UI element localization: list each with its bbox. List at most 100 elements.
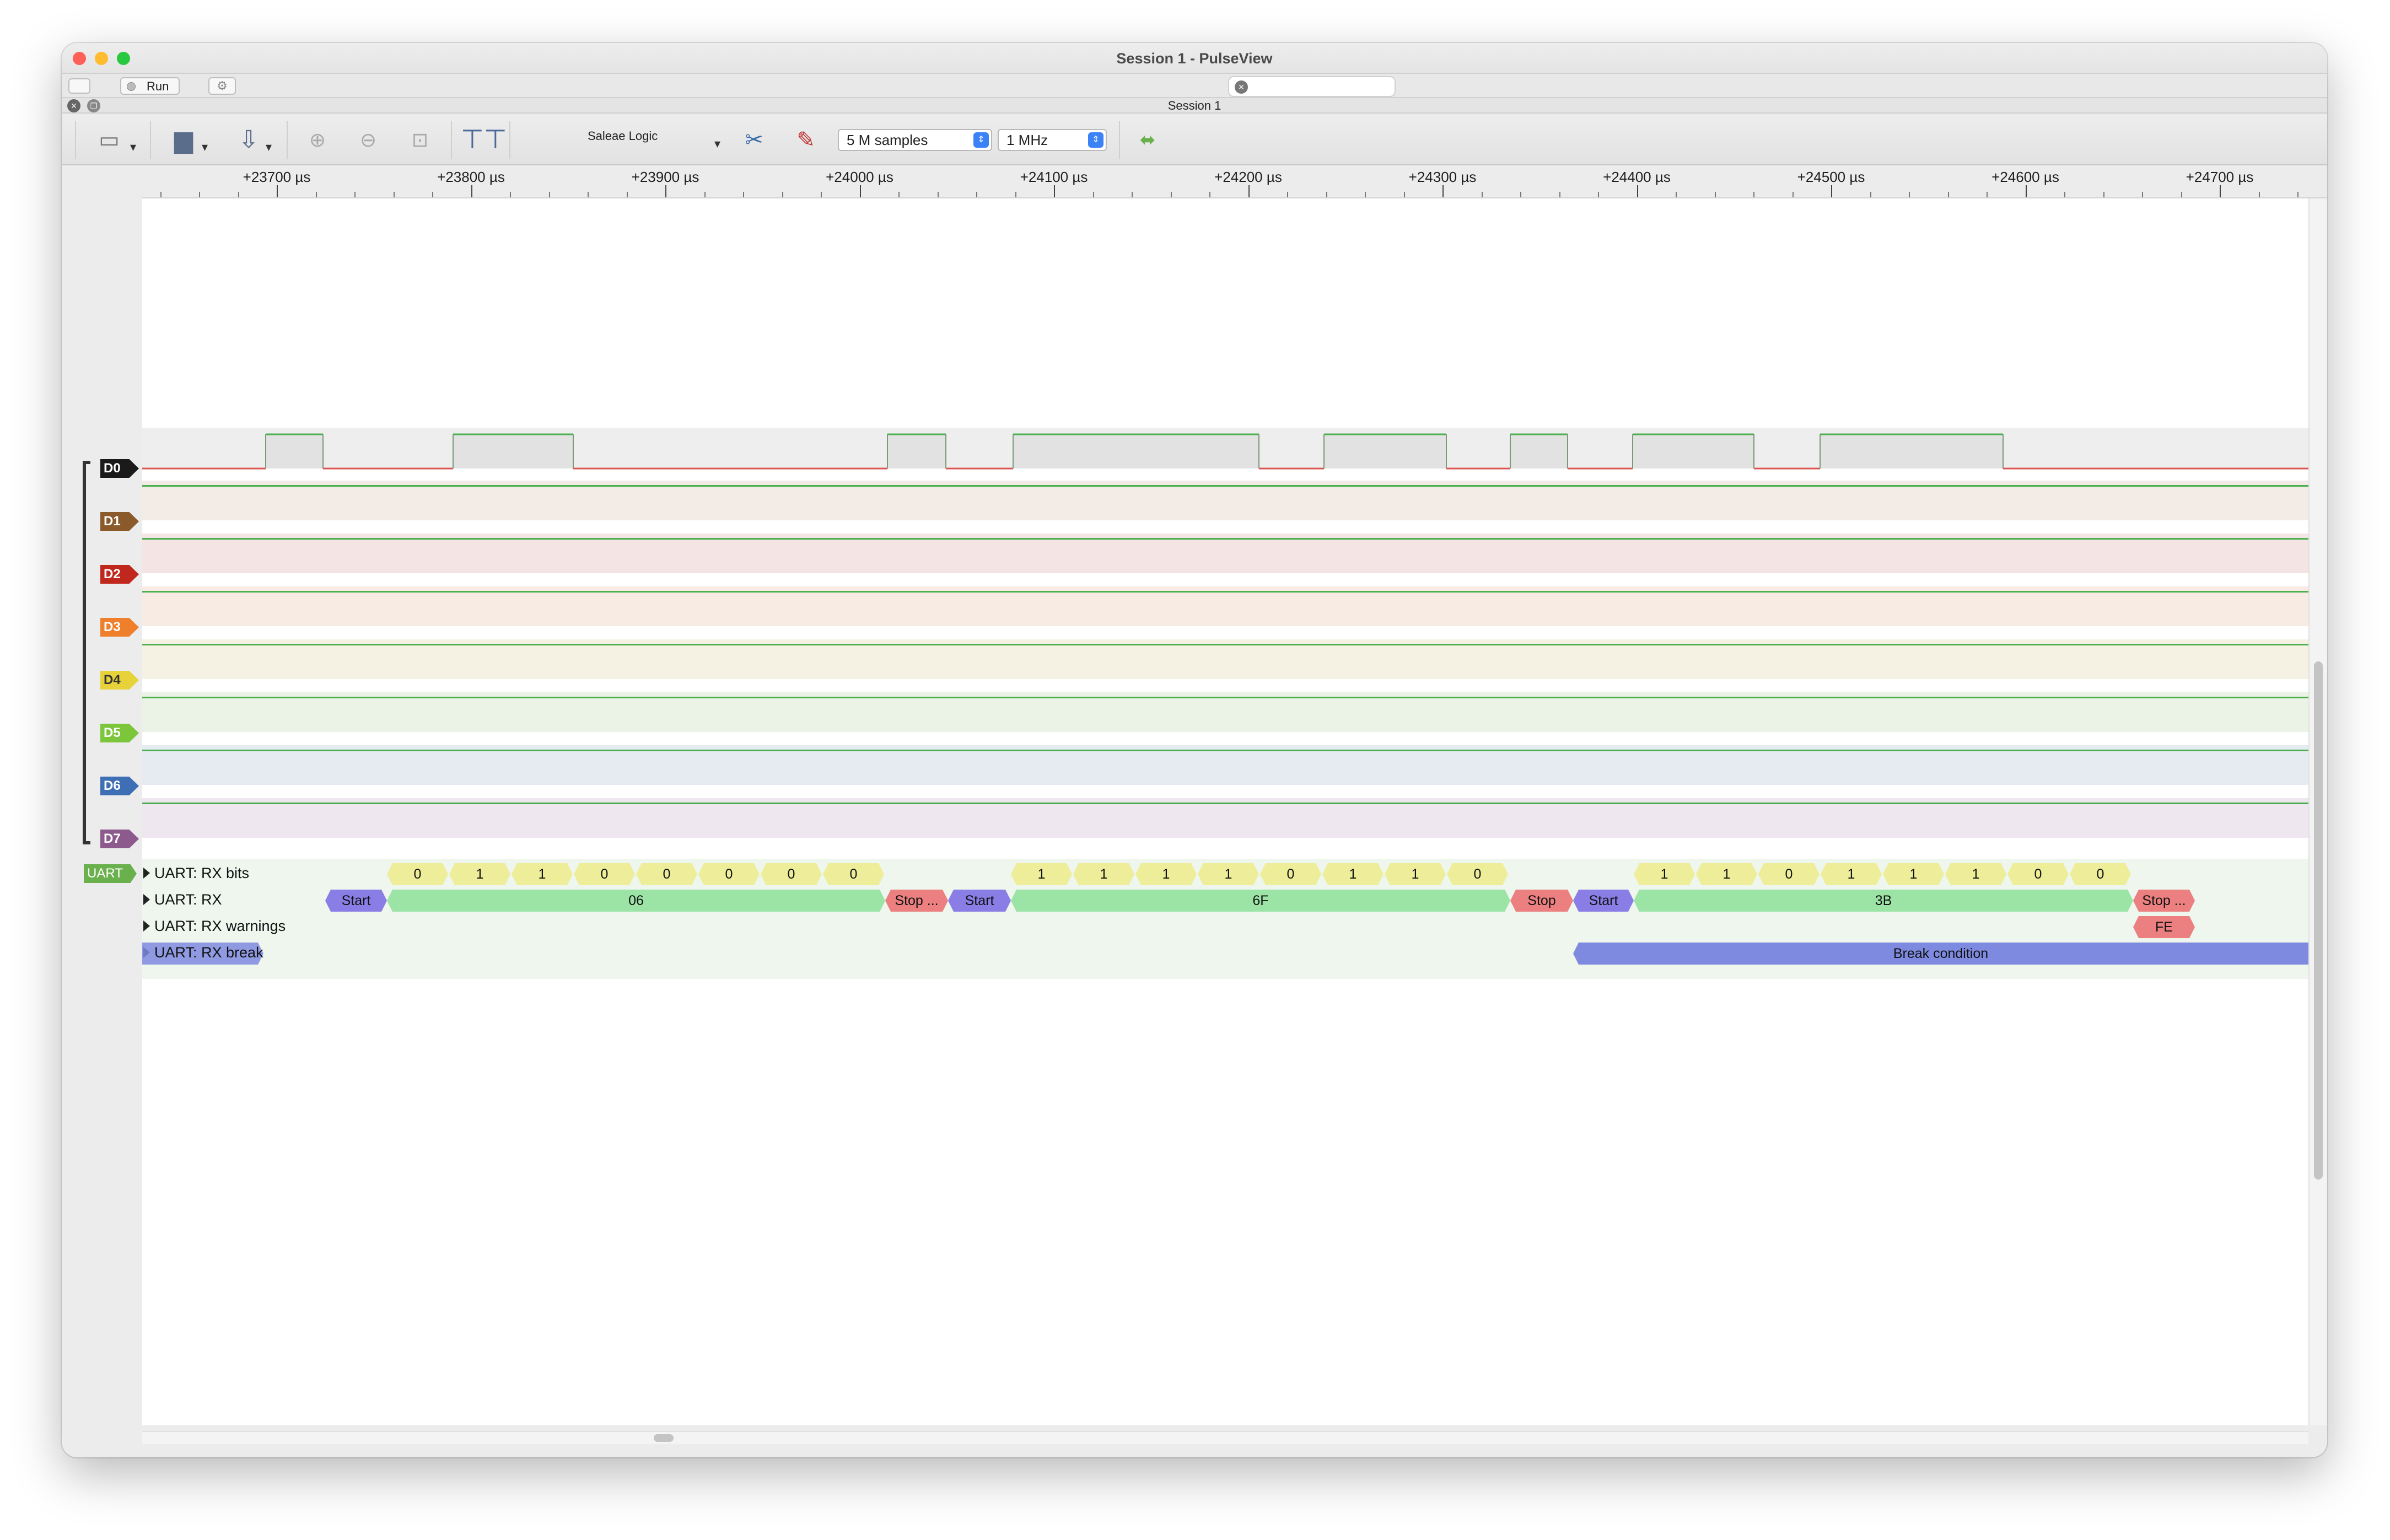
uart-bit-annotation[interactable]: 0 [2007, 863, 2069, 885]
uart-bit-annotation[interactable]: 1 [1073, 863, 1134, 885]
time-ruler[interactable]: +23700 µs +23800 µs +23900 µs +24000 µs +241… [142, 165, 2327, 198]
uart-start-annotation[interactable]: Start [948, 890, 1011, 912]
device-config-icon[interactable]: ✂ [738, 115, 771, 165]
uart-bit-annotation[interactable]: 1 [1322, 863, 1384, 885]
ruler-minor-tick [510, 192, 511, 197]
uart-bit-annotation[interactable]: 1 [1011, 863, 1072, 885]
ruler-major-tick [471, 185, 472, 197]
decoder-row-expand-icon[interactable] [143, 894, 150, 905]
uart-data-annotation[interactable]: 3B [1634, 890, 2133, 912]
uart-bit-annotation[interactable]: 1 [449, 863, 510, 885]
sample-count-input[interactable]: 5 M samples ⇕ [838, 129, 992, 151]
window-title: Session 1 - PulseView [1116, 50, 1273, 67]
ruler-tick-label: +23900 µs [631, 169, 699, 185]
save-file-icon[interactable]: ⇩ [229, 115, 268, 165]
ruler-minor-tick [2064, 192, 2065, 197]
uart-bit-annotation[interactable]: 1 [1696, 863, 1757, 885]
add-decoder-icon[interactable]: ⬌ [1131, 115, 1164, 165]
trace-label-panel [62, 198, 142, 1457]
uart-bit-annotation[interactable]: 0 [823, 863, 884, 885]
zoom-fit-icon[interactable]: ⊡ [398, 115, 442, 165]
signal-high-region [1633, 434, 1754, 469]
uart-warning-annotation[interactable]: FE [2133, 916, 2195, 938]
uart-bit-annotation[interactable]: 0 [387, 863, 448, 885]
open-file-icon[interactable]: ▆ [164, 115, 203, 165]
session-toolbar: ▭ ▾ ▆ ▾ ⇩ ▾ ⊕ ⊖ ⊡ ⊤⊤ Saleae Logic ▾ ✂ ✎ … [62, 115, 2327, 165]
zoom-in-icon[interactable]: ⊕ [295, 115, 340, 165]
zoom-out-icon[interactable]: ⊖ [346, 115, 390, 165]
uart-bit-annotation[interactable]: 1 [1945, 863, 2006, 885]
decoder-row-label[interactable]: UART: RX bits [154, 865, 249, 882]
uart-stop-annotation[interactable]: Stop [1510, 890, 1573, 912]
decoder-row-label[interactable]: UART: RX break [154, 944, 263, 961]
channel-group-bracket[interactable] [83, 461, 90, 844]
decoder-row-label[interactable]: UART: RX [154, 891, 222, 908]
run-button[interactable]: Run [120, 77, 180, 95]
samplerate-stepper-icon[interactable]: ⇕ [1088, 132, 1104, 148]
uart-bit-annotation[interactable]: 1 [1135, 863, 1197, 885]
decoder-row-expand-icon[interactable] [143, 920, 150, 931]
open-dropdown-icon[interactable]: ▾ [202, 140, 208, 154]
device-selector[interactable]: Saleae Logic [588, 129, 658, 143]
uart-bit-annotation[interactable]: 0 [2070, 863, 2131, 885]
uart-bit-annotation[interactable]: 1 [1821, 863, 1882, 885]
probe-icon[interactable]: ✎ [789, 115, 822, 165]
decoder-row-expand-icon[interactable] [143, 868, 150, 879]
uart-data-annotation[interactable]: 6F [1011, 890, 1510, 912]
uart-stop-annotation[interactable]: Stop ... [885, 890, 948, 912]
ruler-minor-tick [1209, 192, 1210, 197]
session-tab-label[interactable]: Session 1 [62, 98, 2327, 114]
uart-bit-annotation[interactable]: 0 [1758, 863, 1820, 885]
uart-bit-annotation[interactable]: 1 [1198, 863, 1259, 885]
vertical-scrollbar[interactable] [2308, 198, 2327, 1425]
ruler-minor-tick [1092, 192, 1094, 197]
ruler-major-tick [1637, 185, 1638, 197]
device-dropdown-icon[interactable]: ▾ [714, 137, 720, 151]
signal-high-region [1510, 434, 1568, 469]
ruler-minor-tick [199, 192, 200, 197]
ruler-major-tick [859, 185, 861, 197]
uart-bit-annotation[interactable]: 0 [698, 863, 760, 885]
ruler-minor-tick [1559, 192, 1560, 197]
uart-bit-annotation[interactable]: 0 [574, 863, 635, 885]
ruler-minor-tick [238, 192, 239, 197]
uart-bit-annotation[interactable]: 0 [1260, 863, 1321, 885]
uart-bit-annotation[interactable]: 0 [761, 863, 822, 885]
ruler-minor-tick [315, 192, 317, 197]
decoder-row-label[interactable]: UART: RX warnings [154, 918, 286, 935]
uart-stop-annotation[interactable]: Stop ... [2133, 890, 2195, 912]
ruler-minor-tick [782, 192, 783, 197]
uart-bit-annotation[interactable]: 1 [1385, 863, 1446, 885]
uart-bit-annotation[interactable]: 0 [1447, 863, 1508, 885]
uart-start-annotation[interactable]: Start [1573, 890, 1634, 912]
vertical-scroll-thumb[interactable] [2314, 661, 2323, 1180]
uart-start-annotation[interactable]: Start [325, 890, 387, 912]
horizontal-scrollbar[interactable] [142, 1431, 2308, 1444]
new-view-dropdown-icon[interactable]: ▾ [130, 140, 136, 154]
uart-data-annotation[interactable]: 06 [387, 890, 885, 912]
save-dropdown-icon[interactable]: ▾ [266, 140, 272, 154]
cursor-toggle-icon[interactable]: ⊤⊤ [461, 115, 507, 165]
uart-bit-annotation[interactable]: 1 [1883, 863, 1944, 885]
ruler-minor-tick [2297, 192, 2299, 197]
uart-bit-annotation[interactable]: 1 [1634, 863, 1695, 885]
uart-decoder-tag[interactable]: UART [84, 864, 137, 883]
close-session-icon[interactable]: × [1235, 80, 1248, 94]
signal-high-region [453, 434, 573, 469]
sidebar-toggle-button[interactable] [68, 78, 90, 94]
session-selector[interactable]: × [1228, 76, 1396, 97]
uart-break-annotation[interactable]: Break condition [1573, 943, 2308, 965]
uart-bit-annotation[interactable]: 1 [512, 863, 573, 885]
settings-icon[interactable]: ⚙ [208, 77, 236, 95]
signal-high-region [887, 434, 946, 469]
ruler-minor-tick [1520, 192, 1521, 197]
title-bar: Session 1 - PulseView [62, 43, 2327, 74]
ruler-minor-tick [1714, 192, 1716, 197]
signal-trace-d4 [142, 644, 2308, 645]
samplerate-input[interactable]: 1 MHz ⇕ [998, 129, 1107, 151]
new-view-icon[interactable]: ▭ [93, 115, 126, 165]
ruler-minor-tick [1015, 192, 1016, 197]
horizontal-scroll-thumb[interactable] [654, 1434, 674, 1442]
uart-bit-annotation[interactable]: 0 [636, 863, 697, 885]
sample-count-stepper-icon[interactable]: ⇕ [973, 132, 989, 148]
